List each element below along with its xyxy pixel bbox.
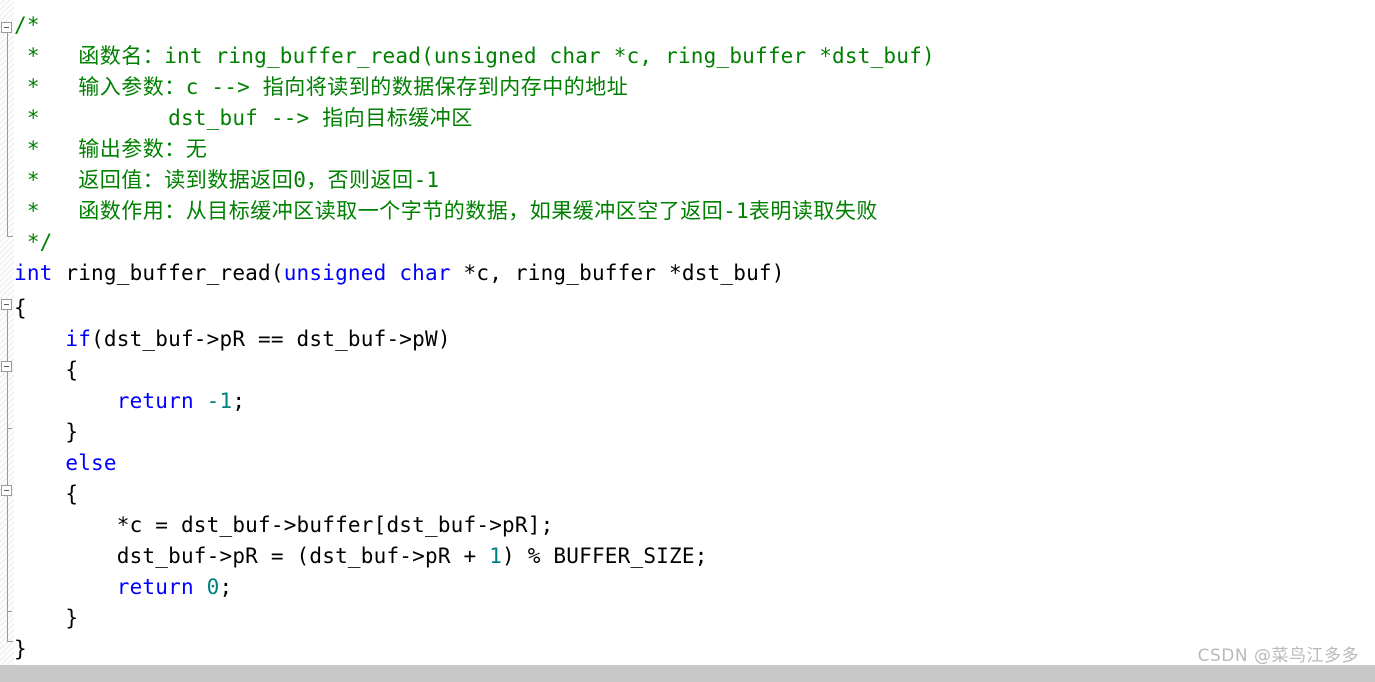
keyword-token: else [65,451,117,475]
code-token: *c, ring_buffer *dst_buf) [450,261,785,285]
comment-line[interactable]: * 返回值：读到数据返回0，否则返回-1 [14,165,439,196]
code-line[interactable]: } [14,417,78,448]
code-token: } [14,420,79,444]
code-line[interactable]: { [14,479,78,510]
comment-text: 表明读取失败 [748,199,878,223]
comment-line[interactable]: * dst_buf --> 指向目标缓冲区 [14,103,473,134]
comment-text: int ring_buffer_read(unsigned char *c, r… [164,44,935,68]
comment-line[interactable]: * 输入参数：c --> 指向将读到的数据保存到内存中的地址 [14,72,628,103]
code-editor: /* * 函数名：int ring_buffer_read(unsigned c… [0,0,1375,682]
comment-line[interactable]: * 函数作用：从目标缓冲区读取一个字节的数据，如果缓冲区空了返回-1表明读取失败 [14,196,878,227]
code-token: } [14,637,27,661]
comment-text: /* [14,13,40,37]
csdn-watermark: CSDN @菜鸟江多多 [1197,646,1359,666]
comment-text: 输出参数：无 [78,137,208,161]
code-line[interactable]: *c = dst_buf->buffer[dst_buf->pR]; [14,510,553,541]
keyword-token: return [116,389,194,413]
keyword-token: char [399,261,451,285]
code-line[interactable]: { [14,355,78,386]
comment-text: * [14,44,79,68]
number-token: 0 [206,575,220,599]
code-token: } [14,606,79,630]
code-token: ring_buffer_read( [52,261,284,285]
bottom-strip [0,665,1375,682]
comment-line[interactable]: * 输出参数：无 [14,134,207,165]
comment-text: 指向目标缓冲区 [322,106,473,130]
comment-text: -1 [413,168,440,192]
code-token: ; [232,389,246,413]
code-token: dst_buf->pR = (dst_buf->pR + [14,544,490,568]
keyword-token: int [14,261,53,285]
comment-text: * dst_buf --> [14,106,323,130]
code-line[interactable]: } [14,634,27,665]
code-token: { [14,358,79,382]
code-line[interactable]: } [14,603,78,634]
comment-text: ，否则返回 [306,168,414,192]
comment-text: * [14,75,79,99]
comment-text: * [14,168,79,192]
code-line[interactable]: if(dst_buf->pR == dst_buf->pW) [14,324,451,355]
comment-text: -1 [723,199,749,223]
code-line[interactable]: { [14,293,27,324]
code-token: { [14,296,27,320]
comment-text: 返回值：读到数据返回 [78,168,294,192]
code-token: *c = dst_buf->buffer[dst_buf->pR]; [14,513,554,537]
code-line[interactable]: dst_buf->pR = (dst_buf->pR + 1) % BUFFER… [14,541,708,572]
code-token: ; [219,575,233,599]
comment-text: */ [14,230,53,254]
code-token: { [14,482,79,506]
comment-text: 函数作用：从目标缓冲区读取一个字节的数据，如果缓冲区空了返回 [78,199,724,223]
comment-text: 输入参数： [78,75,186,99]
number-token: 1 [489,544,503,568]
comment-text: 函数名： [78,44,165,68]
code-line[interactable]: else [14,448,117,479]
keyword-token: if [65,327,92,351]
comment-text: 0 [293,168,307,192]
number-token: -1 [206,389,233,413]
code-line[interactable]: int ring_buffer_read(unsigned char *c, r… [14,258,785,289]
comment-text: * [14,137,79,161]
comment-text: c --> [185,75,263,99]
code-content[interactable]: /* * 函数名：int ring_buffer_read(unsigned c… [0,0,1375,665]
code-token: (dst_buf->pR == dst_buf->pW) [91,327,451,351]
comment-text: 指向将读到的数据保存到内存中的地址 [262,75,629,99]
comment-text: * [14,199,79,223]
code-line[interactable]: return -1; [14,386,245,417]
code-line[interactable]: return 0; [14,572,232,603]
comment-line[interactable]: * 函数名：int ring_buffer_read(unsigned char… [14,41,935,72]
comment-line[interactable]: /* [14,10,40,41]
keyword-token: unsigned [283,261,387,285]
comment-line[interactable]: */ [14,227,53,258]
code-token: ) % BUFFER_SIZE; [502,544,708,568]
keyword-token: return [116,575,194,599]
